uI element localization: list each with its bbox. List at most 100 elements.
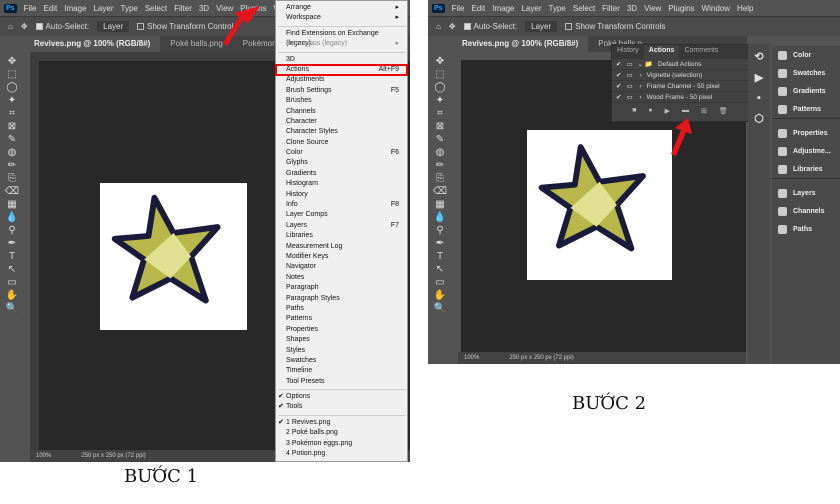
tool-icon[interactable]: ▦ xyxy=(7,199,16,210)
tool-icon[interactable]: ▦ xyxy=(435,199,444,210)
action-row[interactable]: ✔ ▭ › Wood Frame - 50 pixel xyxy=(612,92,748,103)
window-menu-item[interactable]: Layers F7 xyxy=(276,221,407,231)
tool-icon[interactable]: ✎ xyxy=(8,134,16,145)
dialog-toggle-icon[interactable]: ▭ xyxy=(626,71,632,79)
transform-controls-checkbox[interactable]: Show Transform Controls xyxy=(565,22,665,31)
tool-icon[interactable]: ✒ xyxy=(436,238,444,249)
home-icon[interactable]: ⌂ xyxy=(436,22,441,31)
tool-icon[interactable]: ✒ xyxy=(8,238,16,249)
menu-3d[interactable]: 3D xyxy=(199,4,209,13)
document-tab[interactable]: Revives.png @ 100% (RGB/8#) xyxy=(452,36,589,52)
window-menu-item[interactable]: 3 Pokémon eggs.png xyxy=(276,439,407,449)
tool-icon[interactable]: ⊠ xyxy=(8,121,16,132)
window-menu-item[interactable]: Shapes xyxy=(276,335,407,345)
tool-icon[interactable]: ⚲ xyxy=(436,225,443,236)
window-menu-item[interactable]: Timeline xyxy=(276,366,407,376)
document-tab[interactable]: Revives.png @ 100% (RGB/8#) xyxy=(24,36,161,52)
tool-icon[interactable]: 💧 xyxy=(6,212,18,223)
tool-icon[interactable]: ⌗ xyxy=(437,108,443,119)
menu-3d[interactable]: 3D xyxy=(627,4,637,13)
tool-icon[interactable]: ⌫ xyxy=(5,186,19,197)
window-menu-item[interactable]: Styles xyxy=(276,346,407,356)
window-menu-item[interactable]: Actions Alt+F9 xyxy=(275,63,408,77)
comments-icon[interactable]: ▪ xyxy=(757,92,761,104)
menu-image[interactable]: Image xyxy=(492,4,514,13)
dialog-toggle-icon[interactable]: ▭ xyxy=(626,60,632,68)
check-icon[interactable]: ✔ xyxy=(616,82,621,90)
home-icon[interactable]: ⌂ xyxy=(8,22,13,31)
tool-icon[interactable]: ✥ xyxy=(8,56,16,67)
tool-icon[interactable]: 🔍 xyxy=(6,303,18,314)
history-icon[interactable]: ⟲ xyxy=(754,50,763,63)
panel-color[interactable]: Color xyxy=(772,46,840,64)
window-menu-item[interactable]: 4 Potion.png xyxy=(276,449,407,459)
new-set-folder-icon[interactable]: ▬ xyxy=(682,107,689,115)
menu-select[interactable]: Select xyxy=(145,4,167,13)
expand-icon[interactable]: ⌄ 📁 xyxy=(638,60,653,68)
panel-libraries[interactable]: Libraries xyxy=(772,160,840,178)
auto-select-checkbox[interactable]: Auto-Select: xyxy=(35,22,89,31)
tool-icon[interactable]: ⬚ xyxy=(7,69,16,80)
window-menu-item[interactable]: Paragraph Styles xyxy=(276,294,407,304)
window-menu-item[interactable]: 2 Poké balls.png xyxy=(276,428,407,438)
window-menu-item[interactable]: Gradients xyxy=(276,169,407,179)
check-icon[interactable]: ✔ xyxy=(616,93,621,101)
tool-icon[interactable]: ⬚ xyxy=(435,69,444,80)
window-menu-item[interactable]: Character Styles xyxy=(276,127,407,137)
auto-select-checkbox[interactable]: Auto-Select: xyxy=(463,22,517,31)
tool-icon[interactable]: ◍ xyxy=(8,147,17,158)
tool-icon[interactable]: ✎ xyxy=(436,134,444,145)
tool-icon[interactable]: ↖ xyxy=(8,264,16,275)
action-row[interactable]: ✔ ▭ › Frame Channel - 50 pixel xyxy=(612,81,748,92)
tool-icon[interactable]: ▭ xyxy=(435,277,444,288)
window-menu-item[interactable]: Workspace ▸ xyxy=(276,13,407,23)
window-menu-item[interactable]: Notes xyxy=(276,273,407,283)
tool-icon[interactable]: ◍ xyxy=(436,147,445,158)
stop-icon[interactable]: ■ xyxy=(632,107,636,115)
tool-icon[interactable]: ⚲ xyxy=(8,225,15,236)
window-menu-item[interactable]: Paths xyxy=(276,304,407,314)
check-icon[interactable]: ✔ xyxy=(616,60,621,68)
window-menu-item[interactable]: Brushes xyxy=(276,96,407,106)
menu-type[interactable]: Type xyxy=(549,4,566,13)
tool-icon[interactable]: ✏ xyxy=(436,160,444,171)
delete-icon[interactable]: 🗑 xyxy=(719,107,728,115)
zoom-level[interactable]: 100% xyxy=(36,453,51,459)
window-menu-item[interactable]: Info F8 xyxy=(276,200,407,210)
window-menu-item[interactable]: Color F6 xyxy=(276,148,407,158)
tool-icon[interactable]: ✥ xyxy=(436,56,444,67)
window-menu-item[interactable]: Channels xyxy=(276,107,407,117)
tool-icon[interactable]: 💧 xyxy=(434,212,446,223)
actions-play-icon[interactable]: ▶ xyxy=(755,71,763,84)
action-row[interactable]: ✔ ▭ › Vignette (selection) xyxy=(612,70,748,81)
window-menu-item[interactable]: Navigator xyxy=(276,262,407,272)
tool-icon[interactable]: ⊠ xyxy=(436,121,444,132)
move-tool-icon[interactable]: ✥ xyxy=(21,22,28,31)
tool-icon[interactable]: ✦ xyxy=(436,95,444,106)
menu-select[interactable]: Select xyxy=(573,4,595,13)
tool-icon[interactable]: ◯ xyxy=(434,82,445,93)
window-menu-item[interactable]: Arrange ▸ xyxy=(276,3,407,13)
menu-help[interactable]: Help xyxy=(737,4,753,13)
tool-icon[interactable]: ⌗ xyxy=(9,108,15,119)
window-menu-item[interactable]: Clone Source xyxy=(276,138,407,148)
window-menu-item[interactable]: Layer Comps xyxy=(276,210,407,220)
layer-select[interactable]: Layer xyxy=(97,21,130,32)
window-menu-item[interactable]: History xyxy=(276,190,407,200)
panel-tab-actions[interactable]: Actions xyxy=(643,45,680,59)
menu-layer[interactable]: Layer xyxy=(93,4,113,13)
play-icon[interactable]: ▶ xyxy=(665,107,670,115)
zoom-level[interactable]: 100% xyxy=(464,355,479,361)
expand-icon[interactable]: › xyxy=(638,83,641,90)
window-menu-item[interactable]: Brush Settings F5 xyxy=(276,86,407,96)
expand-icon[interactable]: › xyxy=(638,72,641,79)
record-icon[interactable]: ● xyxy=(648,107,652,115)
menu-type[interactable]: Type xyxy=(121,4,138,13)
window-menu-item[interactable]: Adjustments xyxy=(276,75,407,85)
tool-icon[interactable]: T xyxy=(9,251,15,262)
tool-icon[interactable]: ⎘ xyxy=(8,173,16,184)
window-menu-item[interactable]: Paragraph xyxy=(276,283,407,293)
window-menu-item[interactable]: Find Extensions on Exchange (legacy)... xyxy=(276,29,407,47)
menu-plugins[interactable]: Plugins xyxy=(668,4,694,13)
tool-icon[interactable]: ▭ xyxy=(7,277,16,288)
